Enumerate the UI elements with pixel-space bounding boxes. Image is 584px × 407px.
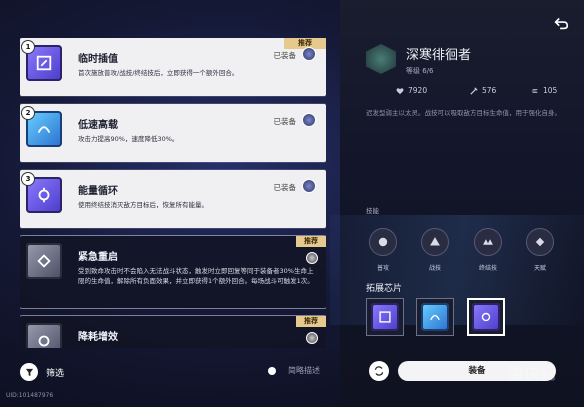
- equipped-character-avatar: [302, 179, 316, 193]
- swap-icon: [374, 366, 384, 376]
- character-name: 深寒徘徊者: [406, 48, 472, 63]
- skill-talent[interactable]: [526, 228, 554, 256]
- skill-basic-attack[interactable]: [369, 228, 397, 256]
- chip-title: 能量循环: [78, 186, 118, 197]
- chip-card[interactable]: 推荐 1 临时插值 已装备 首次施放普攻/战技/终结技后，立即获得一个额外回合。: [20, 38, 326, 96]
- chip-title: 低速高载: [78, 120, 118, 131]
- brief-description-label: 简略描述: [288, 366, 320, 375]
- lock-icon: [306, 252, 318, 264]
- equipped-character-avatar: [302, 113, 316, 127]
- recommend-badge: 推荐: [296, 316, 326, 327]
- chip-icon-wrap: 1: [22, 41, 62, 81]
- speed-icon: [531, 88, 538, 93]
- skill-label: 天赋: [533, 265, 546, 272]
- filter-button[interactable]: 筛选: [20, 363, 64, 381]
- character-description: 迟发型弱主以太灵。战技可以吸取敌方目标生命值，用于强化自身。: [366, 109, 561, 117]
- chip-icon-wrap: 3: [22, 173, 62, 213]
- skill-ultimate[interactable]: [474, 228, 502, 256]
- brief-description-toggle[interactable]: [268, 367, 276, 375]
- chip-description: 使用终结技消灭敌方目标后，恢复所有能量。: [78, 201, 208, 209]
- chip-icon: [26, 243, 62, 279]
- back-button[interactable]: [552, 14, 570, 32]
- equipped-character-avatar: [302, 47, 316, 61]
- chip-card[interactable]: 3 能量循环 已装备 使用终结技消灭敌方目标后，恢复所有能量。: [20, 170, 326, 228]
- chip-icon-wrap: [26, 243, 62, 279]
- slot-number: 2: [22, 107, 34, 119]
- stat-hp-value: 7920: [408, 86, 428, 95]
- equipped-status: 已装备: [273, 183, 297, 192]
- skill-battle-skill[interactable]: [421, 228, 449, 256]
- chip-title: 降耗增效: [78, 332, 118, 343]
- extension-chips-title: 拓展芯片: [366, 284, 403, 294]
- filter-icon: [20, 363, 38, 381]
- equipped-status: 已装备: [273, 117, 297, 126]
- uid-text: UID:101487976: [6, 392, 54, 399]
- filter-label: 筛选: [46, 368, 65, 379]
- chip-description: 首次施放普攻/战技/终结技后，立即获得一个额外回合。: [78, 69, 239, 77]
- chip-card[interactable]: 推荐 紧急重启 受到致命攻击时不会陷入无法战斗状态，触发时立即回复等同于装备者3…: [20, 236, 326, 308]
- skills-title: 技能: [366, 207, 379, 215]
- chip-icon: [472, 303, 500, 331]
- chip-title: 紧急重启: [78, 252, 118, 263]
- stat-atk-value: 576: [482, 86, 497, 95]
- chip-card[interactable]: 推荐 降耗增效: [20, 316, 326, 348]
- basic-attack-icon: [378, 237, 388, 247]
- swap-character-button[interactable]: [369, 361, 389, 381]
- chip-icon-wrap: [26, 323, 62, 348]
- extension-slot-1[interactable]: [366, 298, 404, 336]
- slot-number: 1: [22, 41, 34, 53]
- chip-description: 攻击力提高90%，速度降低30%。: [78, 135, 179, 143]
- skill-label: 战技: [428, 265, 441, 272]
- battle-skill-icon: [430, 237, 440, 246]
- extension-slot-3[interactable]: [467, 298, 505, 336]
- stat-spd: 105: [531, 86, 557, 95]
- chip-description: 受到致命攻击时不会陷入无法战斗状态，触发时立即回复等同于装备者30%生命上限的生…: [78, 267, 314, 285]
- chip-card[interactable]: 2 低速高载 已装备 攻击力提高90%，速度降低30%。: [20, 104, 326, 162]
- ultimate-icon: [483, 239, 493, 245]
- chip-title: 临时插值: [78, 54, 118, 65]
- character-level: 等级 6/6: [406, 67, 434, 75]
- stat-hp: 7920: [396, 86, 427, 95]
- skill-label: 普攻: [376, 265, 389, 272]
- extension-slot-2[interactable]: [416, 298, 454, 336]
- watermark-logo: 游侠网: [508, 364, 557, 383]
- back-arrow-icon: [554, 17, 569, 30]
- chip-icon: [371, 303, 399, 331]
- recommend-badge: 推荐: [296, 236, 326, 247]
- skill-label: 终结技: [478, 265, 497, 272]
- sword-icon: [470, 86, 478, 95]
- lock-icon: [306, 332, 318, 344]
- chip-icon: [26, 323, 62, 348]
- talent-icon: [535, 237, 545, 247]
- stat-spd-value: 105: [543, 86, 558, 95]
- equipped-status: 已装备: [273, 51, 297, 60]
- slot-number: 3: [22, 173, 34, 185]
- chip-list[interactable]: 推荐 1 临时插值 已装备 首次施放普攻/战技/终结技后，立即获得一个额外回合。…: [20, 38, 326, 348]
- stat-atk: 576: [470, 86, 496, 95]
- chip-icon-wrap: 2: [22, 107, 62, 147]
- hp-icon: [396, 87, 404, 94]
- chip-icon: [421, 303, 449, 331]
